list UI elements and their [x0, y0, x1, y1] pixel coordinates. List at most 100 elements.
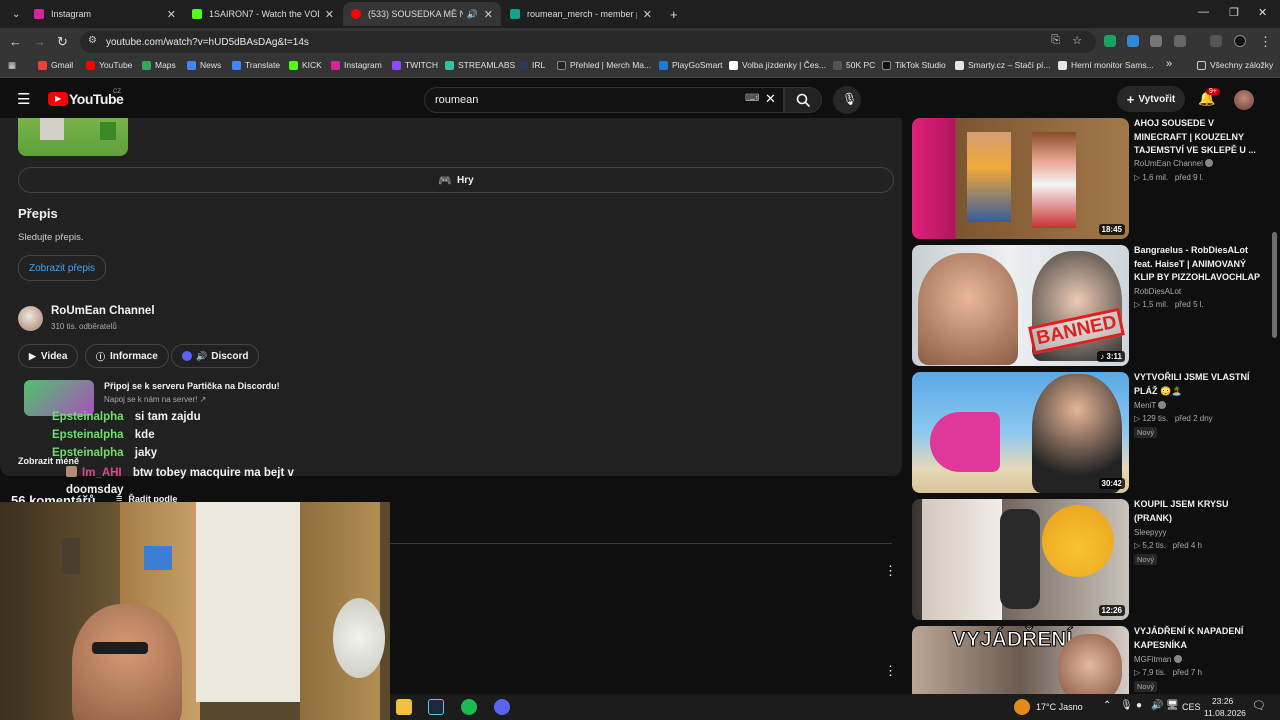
reload-icon[interactable]: ↻ — [57, 34, 68, 50]
new-tab-button[interactable]: + — [662, 2, 682, 26]
restore-icon[interactable]: ❐ — [1229, 6, 1239, 19]
channel-info-button[interactable]: ⓘ Informace — [85, 344, 169, 368]
speaker-icon[interactable]: 🔊 — [467, 9, 478, 20]
video-thumbnail[interactable]: 30:42 — [912, 372, 1129, 493]
search-input[interactable]: roumean ⌨ ✕ — [424, 87, 784, 113]
comment-more-icon[interactable]: ⋮ — [884, 563, 897, 579]
close-icon[interactable]: ✕ — [643, 8, 652, 21]
channel-avatar[interactable] — [18, 306, 43, 331]
spotify-icon[interactable] — [461, 699, 477, 715]
category-games-button[interactable]: 🎮 Hry — [18, 167, 894, 193]
create-button[interactable]: + Vytvořit — [1117, 86, 1185, 112]
bookmark-smarty[interactable]: Smarty.cz – Stačí pí... — [955, 60, 1051, 70]
extension-icon[interactable] — [1150, 35, 1162, 47]
close-icon[interactable]: ✕ — [325, 8, 334, 21]
steam-icon[interactable] — [428, 699, 444, 715]
video-channel[interactable]: Sleepyyy — [1134, 528, 1166, 537]
record-icon[interactable]: ● — [1136, 700, 1142, 711]
extension-icon[interactable] — [1127, 35, 1139, 47]
address-bar[interactable]: ⚙ youtube.com/watch?v=hUD5dBAsDAg&t=14s … — [80, 31, 1096, 53]
bookmark-tiktok[interactable]: TikTok Studio — [882, 60, 946, 70]
youtube-logo-icon[interactable]: ▶ — [48, 92, 68, 106]
video-channel[interactable]: MGFitman — [1134, 655, 1182, 664]
video-channel[interactable]: RobDiesALot — [1134, 287, 1181, 296]
bookmark-maps[interactable]: Maps — [142, 60, 176, 70]
comment-more-icon[interactable]: ⋮ — [884, 663, 897, 679]
media-control-icon[interactable] — [1210, 35, 1222, 47]
page-scrollbar[interactable] — [1272, 232, 1277, 338]
more-menu-icon[interactable]: ⋮ — [1259, 34, 1272, 50]
bookmark-kick[interactable]: KICK — [289, 60, 322, 70]
volume-icon[interactable]: 🔊 — [1151, 700, 1163, 711]
bookmark-playgosmart[interactable]: PlayGoSmart — [659, 60, 723, 70]
install-app-icon[interactable]: ⎘ — [1051, 34, 1060, 47]
account-avatar[interactable] — [1234, 90, 1254, 110]
weather-text[interactable]: 17°C Jasno — [1036, 702, 1083, 712]
tab-kick-vod[interactable]: 1SAIRON7 - Watch the VOD on ✕ — [184, 2, 342, 26]
bookmark-translate[interactable]: Translate — [232, 60, 280, 70]
file-explorer-icon[interactable] — [396, 699, 412, 715]
video-thumbnail[interactable]: 12:26 — [912, 499, 1129, 620]
search-button[interactable] — [784, 87, 822, 113]
minimize-icon[interactable]: — — [1198, 6, 1209, 18]
bookmark-monitor[interactable]: Herní monitor Sams... — [1058, 60, 1154, 70]
video-thumbnail[interactable]: BANNED ♪ 3:11 — [912, 245, 1129, 366]
tab-instagram[interactable]: Instagram ✕ — [26, 2, 184, 26]
forward-arrow-icon[interactable]: → — [33, 34, 46, 49]
video-thumbnail[interactable]: 18:45 — [912, 118, 1129, 239]
channel-discord-button[interactable]: 🔊 Discord — [171, 344, 260, 368]
bookmark-irl[interactable]: IRL — [519, 60, 545, 70]
profile-avatar[interactable] — [1234, 35, 1246, 47]
hamburger-menu-icon[interactable]: ☰ — [17, 90, 30, 108]
extension-icon[interactable] — [1104, 35, 1116, 47]
tab-youtube-active[interactable]: (533) SOUSEDKA MĚ NAČAPA 🔊 ✕ — [343, 2, 501, 26]
back-arrow-icon[interactable]: ← — [9, 34, 22, 49]
discord-invite-title[interactable]: Připoj se k serveru Partička na Discordu… — [104, 381, 280, 391]
bookmark-50kpc[interactable]: 50K PC — [833, 60, 875, 70]
bookmark-cd[interactable]: Volba jízdenky | Čes... — [729, 60, 826, 70]
bookmark-gmail[interactable]: Gmail — [38, 60, 73, 70]
game-thumbnail[interactable] — [18, 118, 128, 156]
video-thumbnail[interactable]: VYJÁDŘENÍ — [912, 626, 1129, 694]
notifications-icon[interactable]: 🗨 — [1252, 699, 1266, 712]
video-channel[interactable]: RoUmEan Channel — [1134, 159, 1214, 168]
discord-icon[interactable] — [494, 699, 510, 715]
video-title[interactable]: VYTVOŘILI JSME VLASTNÍ PLÁŽ 😳🏝️ — [1134, 371, 1264, 398]
clock-time[interactable]: 23:26 — [1212, 696, 1233, 706]
site-info-icon[interactable]: ⚙ — [88, 35, 97, 46]
bookmark-instagram[interactable]: Instagram — [331, 60, 382, 70]
all-bookmarks[interactable]: Všechny záložky — [1197, 60, 1273, 70]
close-icon[interactable]: ✕ — [484, 8, 493, 21]
video-title[interactable]: KOUPIL JSEM KRYSU (PRANK) — [1134, 498, 1264, 525]
video-channel[interactable]: MeniT — [1134, 401, 1167, 410]
bookmark-twitch[interactable]: TWITCH — [392, 60, 438, 70]
video-title[interactable]: AHOJ SOUSEDE V MINECRAFT | KOUZELNY TAJE… — [1134, 117, 1264, 158]
tab-merch[interactable]: roumean_merch - member prof ✕ — [502, 2, 660, 26]
video-title[interactable]: VYJÁDŘENÍ K NAPADENÍ KAPESNÍKA — [1134, 625, 1264, 652]
keyboard-language[interactable]: CES — [1182, 702, 1201, 712]
keyboard-icon[interactable]: ⌨ — [745, 93, 759, 104]
tray-overflow-icon[interactable]: ⌃ — [1103, 700, 1111, 711]
bookmark-youtube[interactable]: YouTube — [86, 60, 132, 70]
weather-icon[interactable] — [1014, 699, 1030, 715]
clock-date[interactable]: 11.08.2026 — [1204, 708, 1246, 718]
video-title[interactable]: Bangraelus - RobDiesALot feat. HaiseT | … — [1134, 244, 1264, 285]
close-window-icon[interactable]: ✕ — [1258, 6, 1267, 19]
bookmark-news[interactable]: News — [187, 60, 221, 70]
discord-invite-link[interactable]: Napoj se k nám na server! ↗ — [104, 395, 206, 404]
microphone-icon[interactable]: 🎙 — [1120, 700, 1133, 711]
apps-grid-icon[interactable]: ▦ — [8, 60, 16, 71]
channel-videos-button[interactable]: ▶ Videa — [18, 344, 79, 368]
clear-search-icon[interactable]: ✕ — [765, 91, 776, 107]
voice-search-button[interactable]: 🎙 — [833, 86, 861, 114]
network-icon[interactable]: 🖥 — [1166, 700, 1179, 711]
bookmark-star-icon[interactable]: ☆ — [1072, 34, 1082, 47]
puzzle-icon[interactable] — [1174, 35, 1186, 47]
channel-name[interactable]: RoUmEan Channel — [51, 305, 155, 317]
show-transcript-button[interactable]: Zobrazit přepis — [18, 255, 107, 281]
tab-list-button[interactable]: ⌄ — [4, 2, 20, 26]
bookmark-streamlabs[interactable]: STREAMLABS — [445, 60, 515, 70]
bookmarks-overflow-button[interactable]: » — [1166, 58, 1172, 70]
close-icon[interactable]: ✕ — [167, 8, 176, 21]
bookmark-merch[interactable]: Přehled | Merch Ma... — [557, 60, 651, 70]
